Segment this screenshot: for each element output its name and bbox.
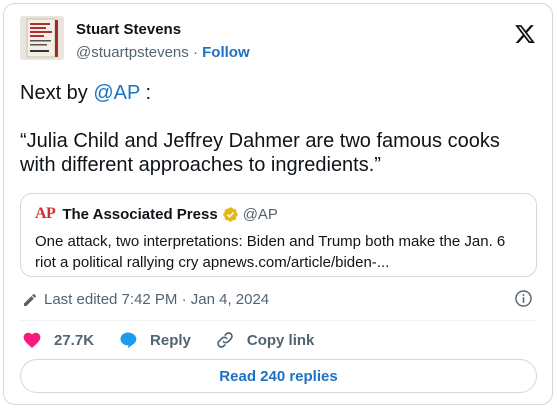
quoted-tweet[interactable]: AP The Associated Press @AP One attack, …: [20, 193, 537, 277]
author-avatar[interactable]: [20, 16, 64, 60]
link-icon: [217, 332, 233, 348]
edit-info[interactable]: Last edited 7:42 PM · Jan 4, 2024: [22, 291, 269, 308]
ap-logo-icon: AP: [35, 205, 56, 222]
quoted-author-handle: @AP: [242, 205, 278, 223]
tweet-suffix: :: [139, 82, 152, 104]
copy-link-label: Copy link: [246, 331, 315, 349]
book-cover-avatar-image: [20, 16, 64, 60]
author-handle[interactable]: @stuartpstevens: [76, 44, 189, 61]
tweet-card: Stuart Stevens @stuartpstevens · Follow …: [3, 3, 553, 405]
info-icon[interactable]: [514, 289, 533, 308]
meta-separator: ·: [188, 44, 203, 61]
read-replies-button[interactable]: Read 240 replies: [20, 359, 537, 393]
quoted-author-name: The Associated Press: [62, 205, 218, 223]
heart-icon: [23, 332, 41, 348]
reply-bubble-icon: [120, 332, 137, 349]
follow-button[interactable]: Follow: [202, 44, 250, 61]
pencil-icon: [24, 293, 36, 306]
reply-button[interactable]: Reply: [118, 330, 191, 350]
tweet-line-1: Next by @AP :: [20, 81, 540, 105]
tweet-prefix: Next by: [20, 82, 94, 104]
mention-link[interactable]: @AP: [93, 82, 140, 104]
divider: [20, 320, 537, 321]
verified-badge-icon: [222, 206, 238, 222]
edited-timestamp: Last edited 7:42 PM · Jan 4, 2024: [44, 291, 270, 308]
quoted-tweet-header: AP The Associated Press @AP: [35, 205, 278, 223]
like-button[interactable]: 27.7K: [22, 330, 94, 350]
tweet-text: Next by @AP : “Julia Child and Jeffrey D…: [20, 81, 540, 177]
quoted-tweet-text: One attack, two interpretations: Biden a…: [35, 233, 506, 271]
like-count: 27.7K: [54, 331, 95, 349]
tweet-actions: 27.7K Reply Copy link: [22, 329, 338, 351]
author-meta: @stuartpstevens · Follow: [76, 44, 250, 61]
reply-label: Reply: [150, 331, 191, 349]
tweet-quote-text: “Julia Child and Jeffrey Dahmer are two …: [20, 130, 500, 176]
x-logo-icon[interactable]: [514, 23, 536, 45]
copy-link-button[interactable]: Copy link: [215, 330, 315, 350]
author-name[interactable]: Stuart Stevens: [76, 21, 181, 38]
